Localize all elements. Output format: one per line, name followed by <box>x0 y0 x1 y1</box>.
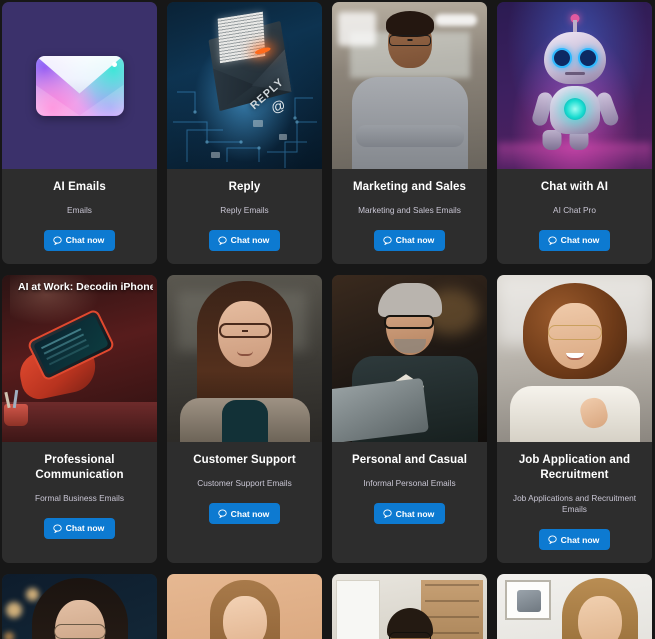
card-media-reply: REPLY @ <box>167 2 322 169</box>
card-media-job-application-and-recruitment <box>497 275 652 443</box>
card-media-chat-with-ai <box>497 2 652 169</box>
card-partial-4[interactable] <box>497 574 652 639</box>
card-body-ai-emails: AI Emails Emails Chat now <box>2 169 157 264</box>
card-body-personal-and-casual: Personal and Casual Informal Personal Em… <box>332 442 487 563</box>
card-subtitle: Job Applications and Recruitment Emails <box>512 492 637 515</box>
chat-bubble-icon <box>547 236 557 246</box>
woman-adjusting-glasses-image <box>2 574 157 639</box>
card-reply[interactable]: REPLY @ Reply Reply Emails Chat now <box>167 2 322 265</box>
card-partial-3[interactable] <box>332 574 487 639</box>
card-body-chat-with-ai: Chat with AI AI Chat Pro Chat now <box>497 169 652 264</box>
chat-bubble-icon <box>52 236 62 246</box>
card-title: Job Application and Recruitment <box>518 454 631 481</box>
card-professional-communication[interactable]: AI at Work: Decodin iPhone's Intell Prof… <box>2 275 157 564</box>
card-media-ai-emails <box>2 2 157 169</box>
assistant-card-grid: AI Emails Emails Chat now REPLY @ Reply … <box>0 0 655 639</box>
card-body-job-application-and-recruitment: Job Application and Recruitment Job Appl… <box>497 442 652 563</box>
chat-now-button[interactable]: Chat now <box>538 529 611 551</box>
chat-now-label: Chat now <box>230 508 270 519</box>
chat-now-button[interactable]: Chat now <box>373 230 446 252</box>
chat-now-button[interactable]: Chat now <box>43 518 116 540</box>
card-chat-with-ai[interactable]: Chat with AI AI Chat Pro Chat now <box>497 2 652 265</box>
gradient-envelope-image <box>2 2 157 169</box>
card-media-partial-3 <box>332 574 487 639</box>
chat-now-button[interactable]: Chat now <box>373 503 446 525</box>
chat-bubble-icon <box>217 509 227 519</box>
card-media-partial-1 <box>2 574 157 639</box>
chat-now-label: Chat now <box>65 235 105 246</box>
chat-bubble-icon <box>547 535 557 545</box>
card-ai-emails[interactable]: AI Emails Emails Chat now <box>2 2 157 265</box>
card-media-partial-4 <box>497 574 652 639</box>
man-in-library-image <box>332 574 487 639</box>
card-subtitle: Marketing and Sales Emails <box>358 204 461 215</box>
chat-bubble-icon <box>382 509 392 519</box>
card-media-personal-and-casual <box>332 275 487 443</box>
card-title: Personal and Casual <box>351 454 468 467</box>
chat-now-label: Chat now <box>560 534 600 545</box>
card-title: Customer Support <box>193 454 296 467</box>
card-subtitle: Reply Emails <box>220 204 269 215</box>
card-subtitle: Formal Business Emails <box>35 492 124 503</box>
card-partial-1[interactable] <box>2 574 157 639</box>
chat-now-button[interactable]: Chat now <box>208 230 281 252</box>
woman-with-glasses-image <box>167 275 322 443</box>
card-title: Marketing and Sales <box>352 181 467 193</box>
woman-in-white-room-image <box>497 574 652 639</box>
chat-now-label: Chat now <box>395 235 435 246</box>
card-media-customer-support <box>167 275 322 443</box>
chat-bubble-icon <box>217 236 227 246</box>
chat-now-label: Chat now <box>65 523 105 534</box>
card-partial-2[interactable] <box>167 574 322 639</box>
smiling-man-in-office-image <box>332 2 487 169</box>
card-subtitle: AI Chat Pro <box>553 204 596 215</box>
chat-bubble-icon <box>382 236 392 246</box>
woman-with-social-media-icons-image <box>167 574 322 639</box>
card-customer-support[interactable]: Customer Support Customer Support Emails… <box>167 275 322 564</box>
chat-now-button[interactable]: Chat now <box>43 230 116 252</box>
card-personal-and-casual[interactable]: Personal and Casual Informal Personal Em… <box>332 275 487 564</box>
card-subtitle: Informal Personal Emails <box>363 477 456 488</box>
card-media-marketing-and-sales <box>332 2 487 169</box>
card-subtitle: Customer Support Emails <box>197 477 292 488</box>
card-title: Chat with AI <box>540 181 609 193</box>
chat-bubble-icon <box>52 524 62 534</box>
chat-now-label: Chat now <box>560 235 600 246</box>
curly-hair-woman-image <box>497 275 652 443</box>
hand-holding-iphone-image: AI at Work: Decodin iPhone's Intell <box>2 275 157 443</box>
man-with-laptop-image <box>332 275 487 443</box>
circuit-board-envelope-reply-image: REPLY @ <box>167 2 322 169</box>
card-body-marketing-and-sales: Marketing and Sales Marketing and Sales … <box>332 169 487 264</box>
card-media-professional-communication: AI at Work: Decodin iPhone's Intell <box>2 275 157 443</box>
card-title: Reply <box>228 181 261 193</box>
card-marketing-and-sales[interactable]: Marketing and Sales Marketing and Sales … <box>332 2 487 265</box>
cute-robot-image <box>497 2 652 169</box>
card-title: AI Emails <box>53 181 106 193</box>
card-title: Professional Communication <box>35 454 124 481</box>
card-body-professional-communication: Professional Communication Formal Busine… <box>2 442 157 563</box>
chat-now-button[interactable]: Chat now <box>208 503 281 525</box>
card-media-partial-2 <box>167 574 322 639</box>
chat-now-label: Chat now <box>230 235 270 246</box>
chat-now-label: Chat now <box>395 508 435 519</box>
card-body-customer-support: Customer Support Customer Support Emails… <box>167 442 322 563</box>
artwork-overlay-title: AI at Work: Decodin iPhone's Intell <box>18 281 153 294</box>
chat-now-button[interactable]: Chat now <box>538 230 611 252</box>
card-subtitle: Emails <box>67 204 92 215</box>
card-job-application-and-recruitment[interactable]: Job Application and Recruitment Job Appl… <box>497 275 652 564</box>
card-body-reply: Reply Reply Emails Chat now <box>167 169 322 264</box>
